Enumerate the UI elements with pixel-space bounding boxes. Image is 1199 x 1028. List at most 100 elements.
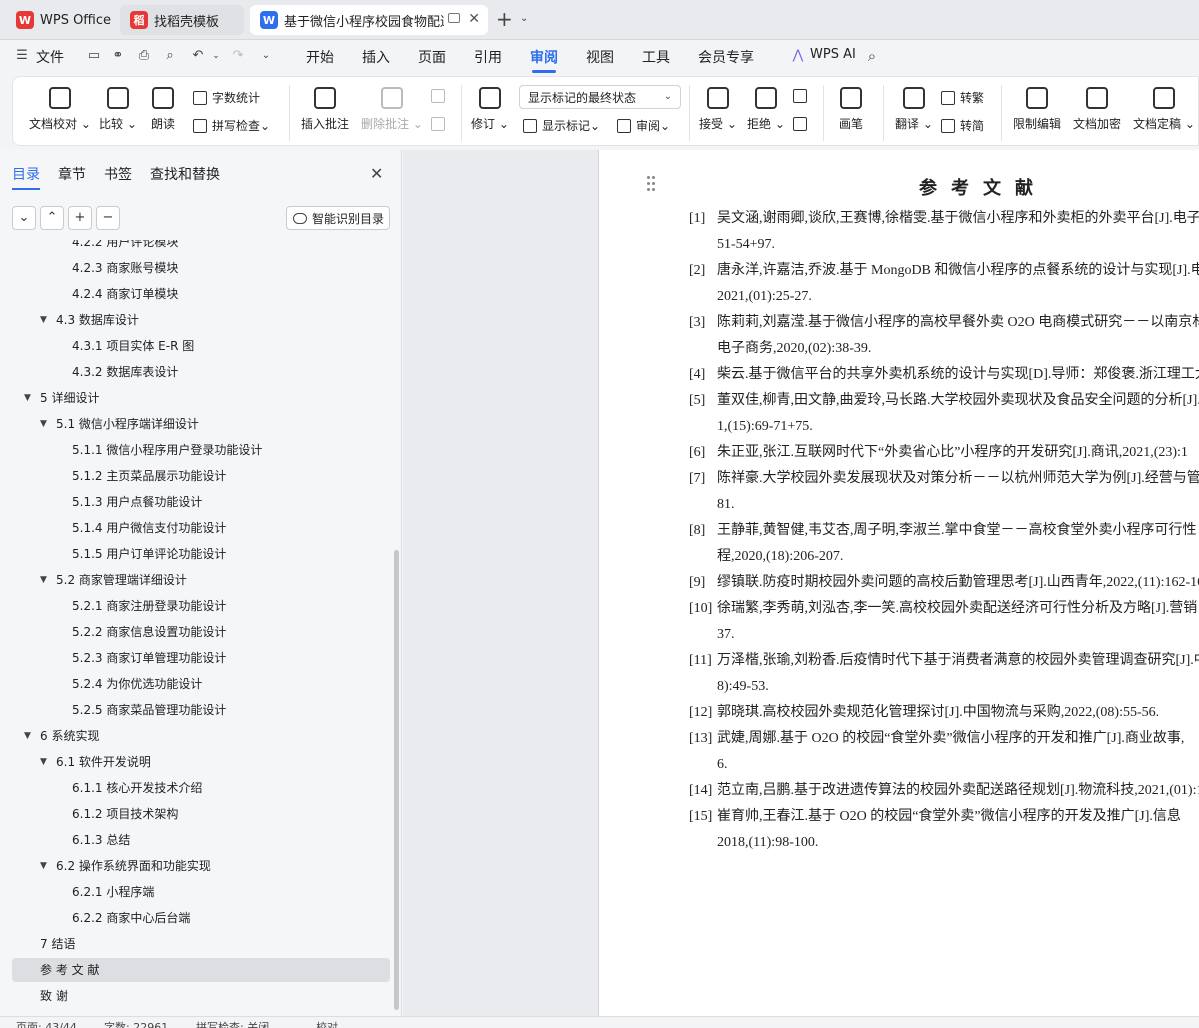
menu-wps-ai[interactable]: WPS AI	[810, 47, 856, 62]
revise-button[interactable]: 修订 ⌄	[471, 87, 509, 132]
delete-comment-button[interactable]: 删除批注 ⌄	[361, 87, 423, 132]
toc-item[interactable]: 5.1.2 主页菜品展示功能设计	[72, 464, 226, 488]
close-tab-icon[interactable]: ✕	[468, 11, 480, 27]
review-pane-button[interactable]: 审阅 ⌄	[617, 117, 670, 134]
next-comment-button[interactable]	[431, 117, 450, 131]
tab-list-chevron-icon[interactable]: ⌄	[520, 13, 528, 24]
toc-item[interactable]: ▼ 6.1 软件开发说明	[40, 750, 151, 774]
hamburger-icon[interactable]: ☰	[14, 49, 30, 63]
search-icon[interactable]: ⌕	[864, 49, 880, 64]
toc-item[interactable]: 5.2.2 商家信息设置功能设计	[72, 620, 226, 644]
menu-page[interactable]: 页面	[418, 47, 446, 67]
compare-button[interactable]: 比较 ⌄	[99, 87, 137, 132]
reject-button[interactable]: 拒绝 ⌄	[747, 87, 785, 132]
tab-wps-office[interactable]: W WPS Office	[6, 5, 114, 35]
restrict-edit-button[interactable]: 限制编辑	[1013, 87, 1061, 132]
collapse-arrow-icon[interactable]: ▼	[40, 308, 47, 332]
toc-item[interactable]: 5.1.3 用户点餐功能设计	[72, 490, 202, 514]
menu-reference[interactable]: 引用	[474, 47, 502, 67]
toc-item[interactable]: 参 考 文 献	[12, 958, 390, 982]
add-heading-button[interactable]: +	[68, 206, 92, 230]
toc-item[interactable]: 5.2.4 为你优选功能设计	[72, 672, 202, 696]
menu-tools[interactable]: 工具	[642, 47, 670, 67]
toc-item[interactable]: ▼ 5 详细设计	[24, 386, 99, 410]
menu-file[interactable]: 文件	[36, 47, 64, 67]
to-simplified-button[interactable]: 转简	[941, 117, 984, 134]
collapse-arrow-icon[interactable]: ▼	[40, 412, 47, 436]
nav-scrollbar[interactable]	[394, 550, 399, 1010]
print-preview-icon[interactable]: ⌕	[162, 49, 178, 63]
toc-item[interactable]: ▼ 4.3 数据库设计	[40, 308, 139, 332]
spell-check-status[interactable]: 拼写检查: 关闭	[196, 1019, 269, 1028]
nav-tab-bookmark[interactable]: 书签	[104, 164, 132, 184]
word-count-button[interactable]: 字数统计	[193, 89, 260, 106]
toc-item[interactable]: 5.2.3 商家订单管理功能设计	[72, 646, 226, 670]
tab-document[interactable]: W 基于微信小程序校园食物配送系 ✕	[250, 5, 488, 35]
expand-all-button[interactable]: ⌄	[12, 206, 36, 230]
spell-check-button[interactable]: 拼写检查 ⌄	[193, 117, 270, 134]
redo-icon[interactable]: ↷	[230, 49, 246, 63]
markup-state-select[interactable]: 显示标记的最终状态 ⌄	[519, 85, 681, 109]
translate-button[interactable]: 翻译 ⌄	[895, 87, 933, 132]
page-count[interactable]: 页面: 43/44	[16, 1019, 77, 1028]
collapse-arrow-icon[interactable]: ▼	[24, 724, 31, 748]
drag-handle-icon[interactable]	[647, 176, 657, 192]
toc-item[interactable]: ▼ 6 系统实现	[24, 724, 99, 748]
insert-comment-button[interactable]: 插入批注	[301, 87, 349, 132]
collapse-arrow-icon[interactable]: ▼	[24, 386, 31, 410]
toc-item[interactable]: 致 谢	[40, 984, 68, 1008]
nav-tab-find-replace[interactable]: 查找和替换	[150, 164, 220, 184]
prev-comment-button[interactable]	[431, 89, 450, 103]
toc-item[interactable]: 4.3.2 数据库表设计	[72, 360, 178, 384]
toc-item[interactable]: 6.2.1 小程序端	[72, 880, 154, 904]
menu-review[interactable]: 审阅	[530, 47, 558, 73]
proof-status[interactable]: 校对	[316, 1019, 338, 1028]
menu-home[interactable]: 开始	[306, 47, 334, 67]
collapse-all-button[interactable]: ⌃	[40, 206, 64, 230]
accept-button[interactable]: 接受 ⌄	[699, 87, 737, 132]
toc-item[interactable]: 6.1.2 项目技术架构	[72, 802, 178, 826]
undo-dropdown-icon[interactable]: ⌄	[208, 49, 224, 63]
to-traditional-button[interactable]: 转繁	[941, 89, 984, 106]
next-change-button[interactable]	[793, 117, 812, 131]
doc-check-button[interactable]: 文档校对 ⌄	[29, 87, 91, 132]
toc-item[interactable]: 4.2.4 商家订单模块	[72, 282, 178, 306]
tab-template[interactable]: 稻 找稻壳模板	[120, 5, 244, 35]
document-page[interactable]: 参考文献 [1] 吴文涵,谢雨卿,谈欣,王赛博,徐楷雯.基于微信小程序和外卖柜的外…	[598, 150, 1199, 1016]
toc-item[interactable]: 5.1.1 微信小程序用户登录功能设计	[72, 438, 262, 462]
toc-item[interactable]: 5.2.5 商家菜品管理功能设计	[72, 698, 226, 722]
close-pane-icon[interactable]: ✕	[370, 164, 383, 183]
toc-item[interactable]: 5.1.4 用户微信支付功能设计	[72, 516, 226, 540]
toc-item[interactable]: 4.2.2 用户评论模块	[72, 240, 178, 254]
window-icon[interactable]	[448, 13, 460, 23]
show-markup-button[interactable]: 显示标记 ⌄	[523, 117, 600, 134]
prev-change-button[interactable]	[793, 89, 812, 103]
undo-icon[interactable]: ↶	[190, 49, 206, 63]
toc-item[interactable]: 7 结语	[40, 932, 75, 956]
nav-tab-toc[interactable]: 目录	[12, 164, 40, 190]
toc-item[interactable]: 6.1.1 核心开发技术介绍	[72, 776, 202, 800]
share-icon[interactable]: ⚭	[110, 49, 126, 63]
toc-item[interactable]: 4.2.3 商家账号模块	[72, 256, 178, 280]
collapse-arrow-icon[interactable]: ▼	[40, 854, 47, 878]
toc-item[interactable]: ▼ 5.1 微信小程序端详细设计	[40, 412, 199, 436]
toc-item[interactable]: 6.1.3 总结	[72, 828, 130, 852]
menu-vip[interactable]: 会员专享	[698, 47, 754, 67]
smart-toc-button[interactable]: 智能识别目录	[286, 206, 390, 230]
pen-button[interactable]: 画笔	[839, 87, 863, 132]
toc-item[interactable]: ▼ 5.2 商家管理端详细设计	[40, 568, 187, 592]
collapse-arrow-icon[interactable]: ▼	[40, 750, 47, 774]
print-icon[interactable]: ⎙	[136, 49, 152, 63]
more-quick-icon[interactable]: ⌄	[258, 49, 274, 63]
menu-insert[interactable]: 插入	[362, 47, 390, 67]
read-aloud-button[interactable]: 朗读	[151, 87, 175, 132]
finalize-doc-button[interactable]: 文档定稿 ⌄	[1133, 87, 1195, 132]
toc-item[interactable]: 5.1.5 用户订单评论功能设计	[72, 542, 226, 566]
word-count[interactable]: 字数: 22961	[104, 1019, 168, 1028]
toc-item[interactable]: 5.2.1 商家注册登录功能设计	[72, 594, 226, 618]
new-tab-button[interactable]: +	[496, 8, 513, 30]
toc-item[interactable]: 4.3.1 项目实体 E-R 图	[72, 334, 194, 358]
menu-view[interactable]: 视图	[586, 47, 614, 67]
encrypt-doc-button[interactable]: 文档加密	[1073, 87, 1121, 132]
collapse-arrow-icon[interactable]: ▼	[40, 568, 47, 592]
